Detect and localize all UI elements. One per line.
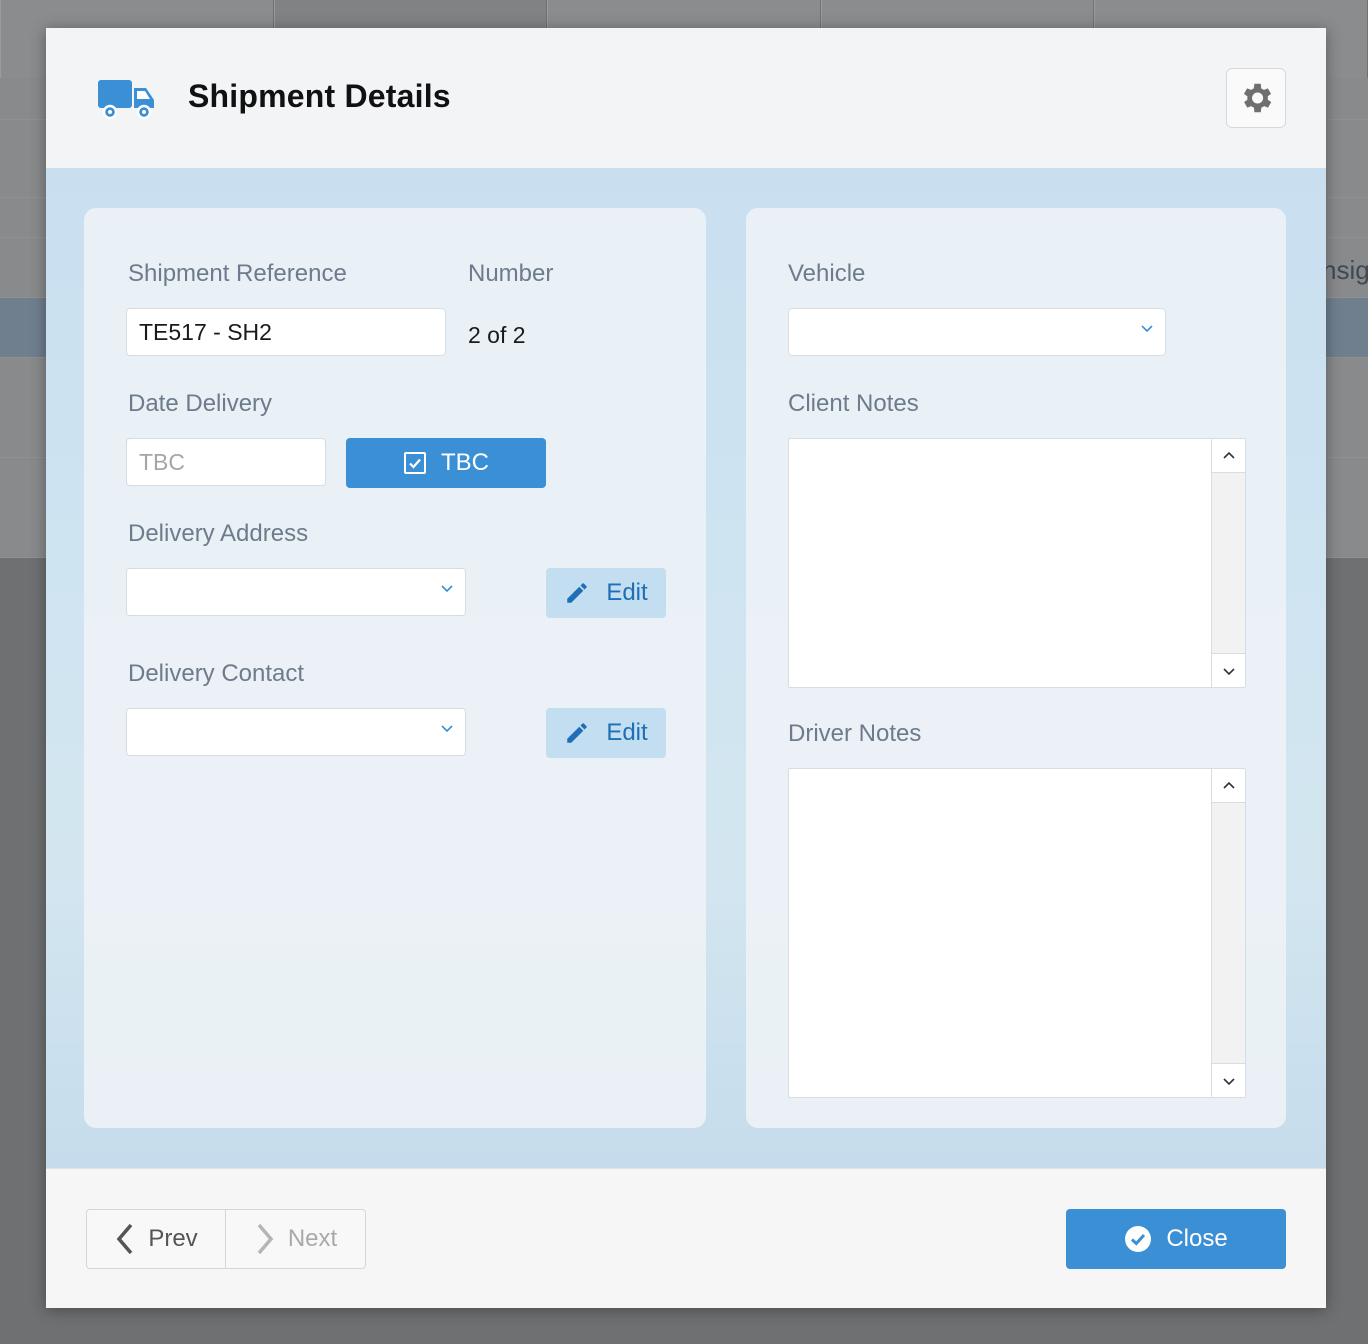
truck-icon bbox=[98, 80, 154, 120]
pencil-icon bbox=[567, 583, 588, 603]
pager-button-group: Prev Next bbox=[86, 1209, 366, 1269]
scroll-up-button[interactable] bbox=[1212, 769, 1245, 803]
chevron-up-icon bbox=[1222, 451, 1235, 459]
date-delivery-input[interactable]: TBC bbox=[126, 438, 326, 486]
pencil-icon bbox=[567, 723, 588, 743]
client-notes-scrollbar[interactable] bbox=[1211, 439, 1245, 687]
chevron-down-icon bbox=[441, 725, 453, 733]
edit-delivery-contact-label: Edit bbox=[606, 719, 648, 746]
chevron-left-icon bbox=[117, 1223, 133, 1255]
driver-notes-scrollbar[interactable] bbox=[1211, 769, 1245, 1097]
number-value: 2 of 2 bbox=[468, 322, 526, 348]
chevron-right-icon bbox=[257, 1223, 274, 1255]
dialog-header: Shipment Details bbox=[46, 28, 1326, 168]
client-notes-textarea[interactable] bbox=[788, 438, 1246, 688]
scroll-up-button[interactable] bbox=[1212, 439, 1245, 473]
chevron-down-icon bbox=[1222, 667, 1235, 675]
date-delivery-label: Date Delivery bbox=[128, 390, 273, 417]
checkbox-checked-icon bbox=[404, 452, 426, 474]
delivery-contact-label: Delivery Contact bbox=[128, 660, 305, 687]
shipment-reference-input[interactable]: TE517 - SH2 bbox=[126, 308, 446, 356]
tbc-toggle-button[interactable]: TBC bbox=[346, 438, 546, 488]
vehicle-select[interactable] bbox=[788, 308, 1166, 356]
driver-notes-label: Driver Notes bbox=[788, 720, 922, 747]
vehicle-notes-panel: Vehicle Client Notes Driver Notes bbox=[746, 208, 1286, 1128]
vehicle-label: Vehicle bbox=[788, 260, 866, 287]
check-circle-icon bbox=[1125, 1226, 1152, 1252]
prev-button[interactable]: Prev bbox=[87, 1210, 226, 1268]
close-button[interactable]: Close bbox=[1066, 1209, 1286, 1269]
dialog-title: Shipment Details bbox=[188, 78, 451, 114]
chevron-down-icon bbox=[1141, 325, 1153, 333]
shipment-details-dialog: Shipment Details Shipment Reference Numb… bbox=[46, 28, 1326, 1308]
edit-delivery-address-label: Edit bbox=[606, 579, 648, 606]
gear-icon bbox=[1243, 83, 1272, 113]
tbc-button-label: TBC bbox=[441, 449, 489, 476]
edit-delivery-address-button[interactable]: Edit bbox=[546, 568, 666, 618]
next-button-label: Next bbox=[287, 1225, 338, 1252]
chevron-down-icon bbox=[1222, 1077, 1235, 1085]
background-column-text: nsigr bbox=[1322, 255, 1368, 285]
shipment-reference-label: Shipment Reference bbox=[128, 260, 347, 287]
scroll-down-button[interactable] bbox=[1212, 653, 1245, 687]
client-notes-label: Client Notes bbox=[788, 390, 919, 417]
next-button[interactable]: Next bbox=[226, 1210, 365, 1268]
prev-button-label: Prev bbox=[148, 1225, 198, 1252]
delivery-address-select[interactable] bbox=[126, 568, 466, 616]
dialog-body: Shipment Reference Number TE517 - SH2 2 … bbox=[46, 168, 1326, 1168]
dialog-footer: Prev Next Close bbox=[46, 1168, 1326, 1308]
settings-button[interactable] bbox=[1226, 68, 1286, 128]
chevron-up-icon bbox=[1222, 781, 1235, 789]
edit-delivery-contact-button[interactable]: Edit bbox=[546, 708, 666, 758]
driver-notes-textarea[interactable] bbox=[788, 768, 1246, 1098]
number-label: Number bbox=[468, 260, 554, 287]
shipment-info-panel: Shipment Reference Number TE517 - SH2 2 … bbox=[84, 208, 706, 1128]
delivery-contact-select[interactable] bbox=[126, 708, 466, 756]
scroll-down-button[interactable] bbox=[1212, 1063, 1245, 1097]
chevron-down-icon bbox=[441, 585, 453, 593]
delivery-address-label: Delivery Address bbox=[128, 520, 309, 547]
close-button-label: Close bbox=[1166, 1225, 1228, 1252]
